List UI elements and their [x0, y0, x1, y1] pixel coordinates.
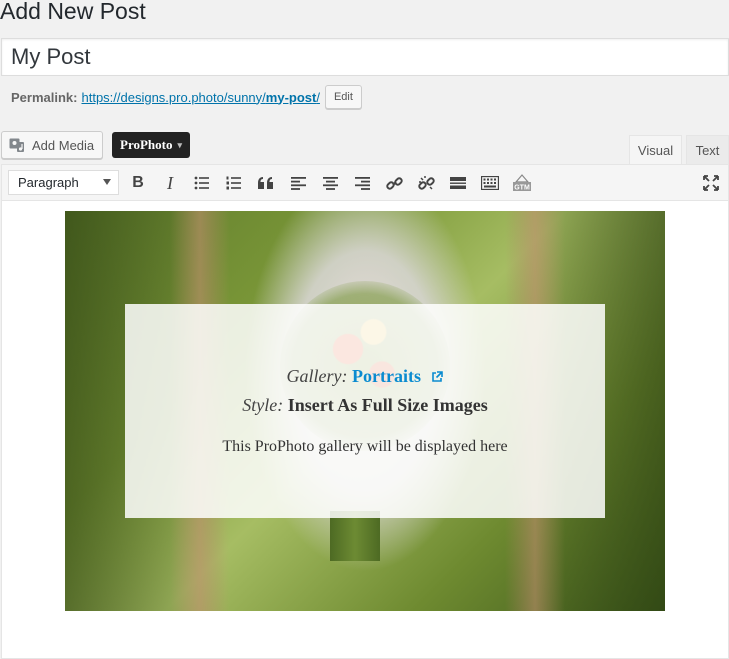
photo-bouquet-stems	[330, 511, 380, 561]
numbered-list-icon	[226, 176, 241, 190]
italic-button[interactable]: I	[158, 171, 182, 195]
permalink-url-prefix: https://designs.pro.photo/sunny/	[81, 89, 266, 105]
align-right-button[interactable]	[350, 171, 374, 195]
page-title: Add New Post	[0, 0, 146, 24]
gallery-name-link[interactable]: Portraits	[352, 366, 421, 386]
post-editor: Paragraph B I GTM Gallery: Portraits Sty…	[1, 164, 729, 659]
align-center-icon	[322, 176, 338, 190]
style-value: Insert As Full Size Images	[287, 395, 488, 415]
prophoto-button[interactable]: ProPhoto ▾	[112, 132, 191, 158]
style-label: Style:	[242, 395, 284, 415]
align-left-icon	[290, 176, 306, 190]
blockquote-button[interactable]	[254, 171, 278, 195]
style-line: Style: Insert As Full Size Images	[125, 395, 605, 416]
numbered-list-button[interactable]	[222, 171, 246, 195]
read-more-button[interactable]	[446, 171, 470, 195]
permalink-slug: my-post	[265, 89, 317, 105]
media-icon	[9, 138, 26, 153]
bulleted-list-icon	[194, 176, 209, 190]
permalink-label: Permalink:	[11, 89, 78, 105]
keyboard-icon	[481, 176, 499, 190]
fullscreen-button[interactable]	[699, 171, 723, 195]
align-right-icon	[354, 176, 370, 190]
toolbar-toggle-button[interactable]	[478, 171, 502, 195]
gallery-placeholder-overlay: Gallery: Portraits Style: Insert As Full…	[125, 304, 605, 518]
select-caret-icon	[103, 179, 111, 185]
format-select[interactable]: Paragraph	[8, 170, 119, 195]
tab-visual[interactable]: Visual	[629, 135, 682, 165]
post-title-input[interactable]	[2, 39, 728, 75]
format-select-value: Paragraph	[18, 175, 79, 190]
gallery-label: Gallery:	[286, 366, 348, 386]
read-more-icon	[450, 177, 466, 189]
gallery-preview-image[interactable]: Gallery: Portraits Style: Insert As Full…	[65, 211, 665, 611]
fullscreen-icon	[703, 175, 719, 191]
tab-text[interactable]: Text	[686, 135, 729, 165]
external-link-icon[interactable]	[431, 367, 444, 388]
align-center-button[interactable]	[318, 171, 342, 195]
remove-link-button[interactable]	[414, 171, 438, 195]
insert-link-button[interactable]	[382, 171, 406, 195]
align-left-button[interactable]	[286, 171, 310, 195]
unlink-icon	[417, 175, 435, 190]
gtm-button[interactable]: GTM	[510, 171, 534, 195]
gallery-placeholder-note: This ProPhoto gallery will be displayed …	[222, 438, 508, 455]
bold-button[interactable]: B	[126, 171, 150, 195]
permalink-link[interactable]: https://designs.pro.photo/sunny/my-post/	[81, 90, 319, 105]
bulleted-list-button[interactable]	[190, 171, 214, 195]
edit-permalink-button[interactable]: Edit	[324, 85, 362, 109]
gtm-label: GTM	[514, 185, 530, 192]
post-title-field[interactable]	[1, 38, 729, 76]
add-media-label: Add Media	[32, 137, 95, 153]
permalink-row: Permalink: https://designs.pro.photo/sun…	[11, 85, 362, 109]
editor-content[interactable]: Gallery: Portraits Style: Insert As Full…	[2, 202, 728, 658]
gallery-line: Gallery: Portraits	[125, 366, 605, 388]
italic-icon: I	[167, 172, 173, 193]
add-media-button[interactable]: Add Media	[1, 131, 104, 159]
blockquote-icon	[258, 177, 273, 189]
bold-icon: B	[132, 174, 144, 191]
link-icon	[385, 176, 403, 190]
permalink-url-suffix: /	[316, 89, 320, 105]
chevron-down-icon: ▾	[177, 139, 183, 150]
editor-toolbar: Paragraph B I GTM	[2, 165, 728, 201]
gtm-icon: GTM	[513, 174, 531, 192]
prophoto-label: ProPhoto	[120, 137, 173, 152]
